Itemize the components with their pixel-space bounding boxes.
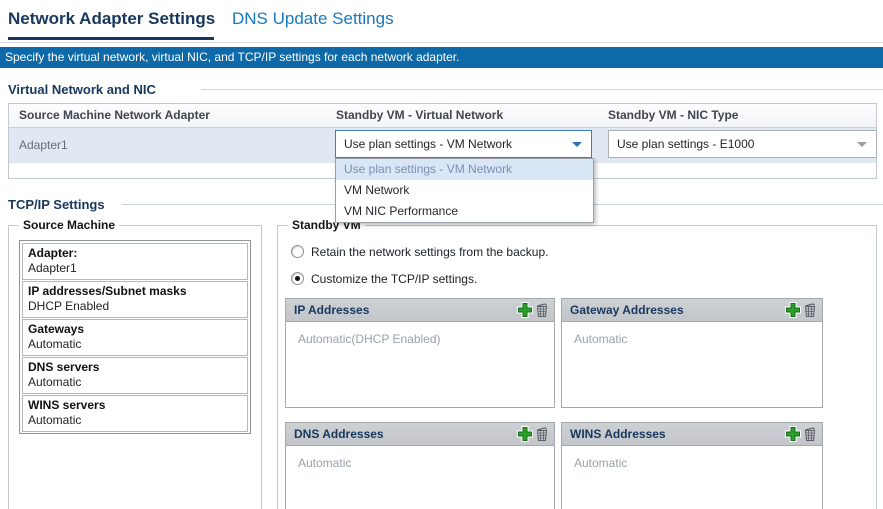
delete-address-button[interactable] [535,426,549,442]
item-label: Adapter: [28,246,242,261]
wins-addresses-panel: WINS Addresses Automatic [561,422,823,509]
item-value: DHCP Enabled [28,299,242,314]
item-label: WINS servers [28,398,242,413]
dropdown-value: Use plan settings - E1000 [617,131,754,157]
nic-type-dropdown[interactable]: Use plan settings - E1000 [608,130,877,158]
source-machine-legend: Source Machine [19,218,119,232]
delete-address-button[interactable] [803,426,817,442]
item-value: Automatic [28,413,242,428]
ip-addresses-panel: IP Addresses Automatic(DHCP Enabled) [285,298,555,408]
radio-label: Customize the TCP/IP settings. [311,272,477,286]
tabs-divider [0,42,883,43]
source-machine-groupbox: Source Machine Adapter: Adapter1 IP addr… [8,225,262,509]
radio-button-icon [291,245,304,258]
trash-icon [535,302,549,318]
active-tab-underline [8,37,214,40]
radio-customize-tcpip[interactable]: Customize the TCP/IP settings. [291,272,477,286]
adapter-name-cell: Adapter1 [19,128,68,163]
item-label: DNS servers [28,360,242,375]
trash-icon [803,302,817,318]
panel-header: IP Addresses [286,299,554,322]
column-source-adapter: Source Machine Network Adapter [19,108,210,122]
radio-label: Retain the network settings from the bac… [311,245,548,259]
panel-title: Gateway Addresses [570,303,784,317]
radio-retain-network-settings[interactable]: Retain the network settings from the bac… [291,245,548,259]
dropdown-option[interactable]: Use plan settings - VM Network [336,159,593,180]
chevron-down-icon [572,142,582,147]
delete-address-button[interactable] [803,302,817,318]
heading-rule [201,89,883,90]
dns-addresses-panel: DNS Addresses Automatic [285,422,555,509]
column-virtual-network: Standby VM - Virtual Network [336,108,503,122]
section-heading-virtual-network: Virtual Network and NIC [8,82,156,97]
panel-value: Automatic(DHCP Enabled) [286,322,554,346]
virtual-network-dropdown[interactable]: Use plan settings - VM Network [335,130,592,158]
network-adapter-settings-page: Network Adapter Settings DNS Update Sett… [0,0,883,509]
panel-header: DNS Addresses [286,423,554,446]
plus-icon [785,426,801,442]
source-machine-list: Adapter: Adapter1 IP addresses/Subnet ma… [19,240,251,434]
column-nic-type: Standby VM - NIC Type [608,108,738,122]
plus-icon [517,426,533,442]
panel-value: Automatic [562,446,822,470]
list-item: Adapter: Adapter1 [22,243,248,280]
section-heading-tcpip: TCP/IP Settings [8,197,105,212]
trash-icon [803,426,817,442]
dropdown-option[interactable]: VM NIC Performance [336,201,593,222]
panel-value: Automatic [286,446,554,470]
tab-dns-update-settings[interactable]: DNS Update Settings [232,9,394,29]
add-address-button[interactable] [517,426,533,442]
add-address-button[interactable] [517,302,533,318]
plus-icon [517,302,533,318]
panel-title: DNS Addresses [294,427,516,441]
item-label: IP addresses/Subnet masks [28,284,242,299]
trash-icon [535,426,549,442]
add-address-button[interactable] [785,302,801,318]
item-value: Adapter1 [28,261,242,276]
tab-network-adapter-settings[interactable]: Network Adapter Settings [8,9,215,29]
chevron-down-icon [857,142,867,147]
panel-title: IP Addresses [294,303,516,317]
plus-icon [785,302,801,318]
panel-header: Gateway Addresses [562,299,822,322]
panel-value: Automatic [562,322,822,346]
item-value: Automatic [28,375,242,390]
item-value: Automatic [28,337,242,352]
delete-address-button[interactable] [535,302,549,318]
list-item: IP addresses/Subnet masks DHCP Enabled [22,281,248,318]
dropdown-value: Use plan settings - VM Network [344,131,512,157]
list-item: Gateways Automatic [22,319,248,356]
add-address-button[interactable] [785,426,801,442]
panel-header: WINS Addresses [562,423,822,446]
virtual-network-dropdown-list: Use plan settings - VM Network VM Networ… [335,158,594,223]
radio-button-selected-icon [291,272,304,285]
gateway-addresses-panel: Gateway Addresses Automatic [561,298,823,408]
list-item: DNS servers Automatic [22,357,248,394]
instruction-banner: Specify the virtual network, virtual NIC… [0,47,883,68]
item-label: Gateways [28,322,242,337]
adapter-table-header: Source Machine Network Adapter Standby V… [9,104,876,128]
list-item: WINS servers Automatic [22,395,248,432]
panel-title: WINS Addresses [570,427,784,441]
dropdown-option[interactable]: VM Network [336,180,593,201]
